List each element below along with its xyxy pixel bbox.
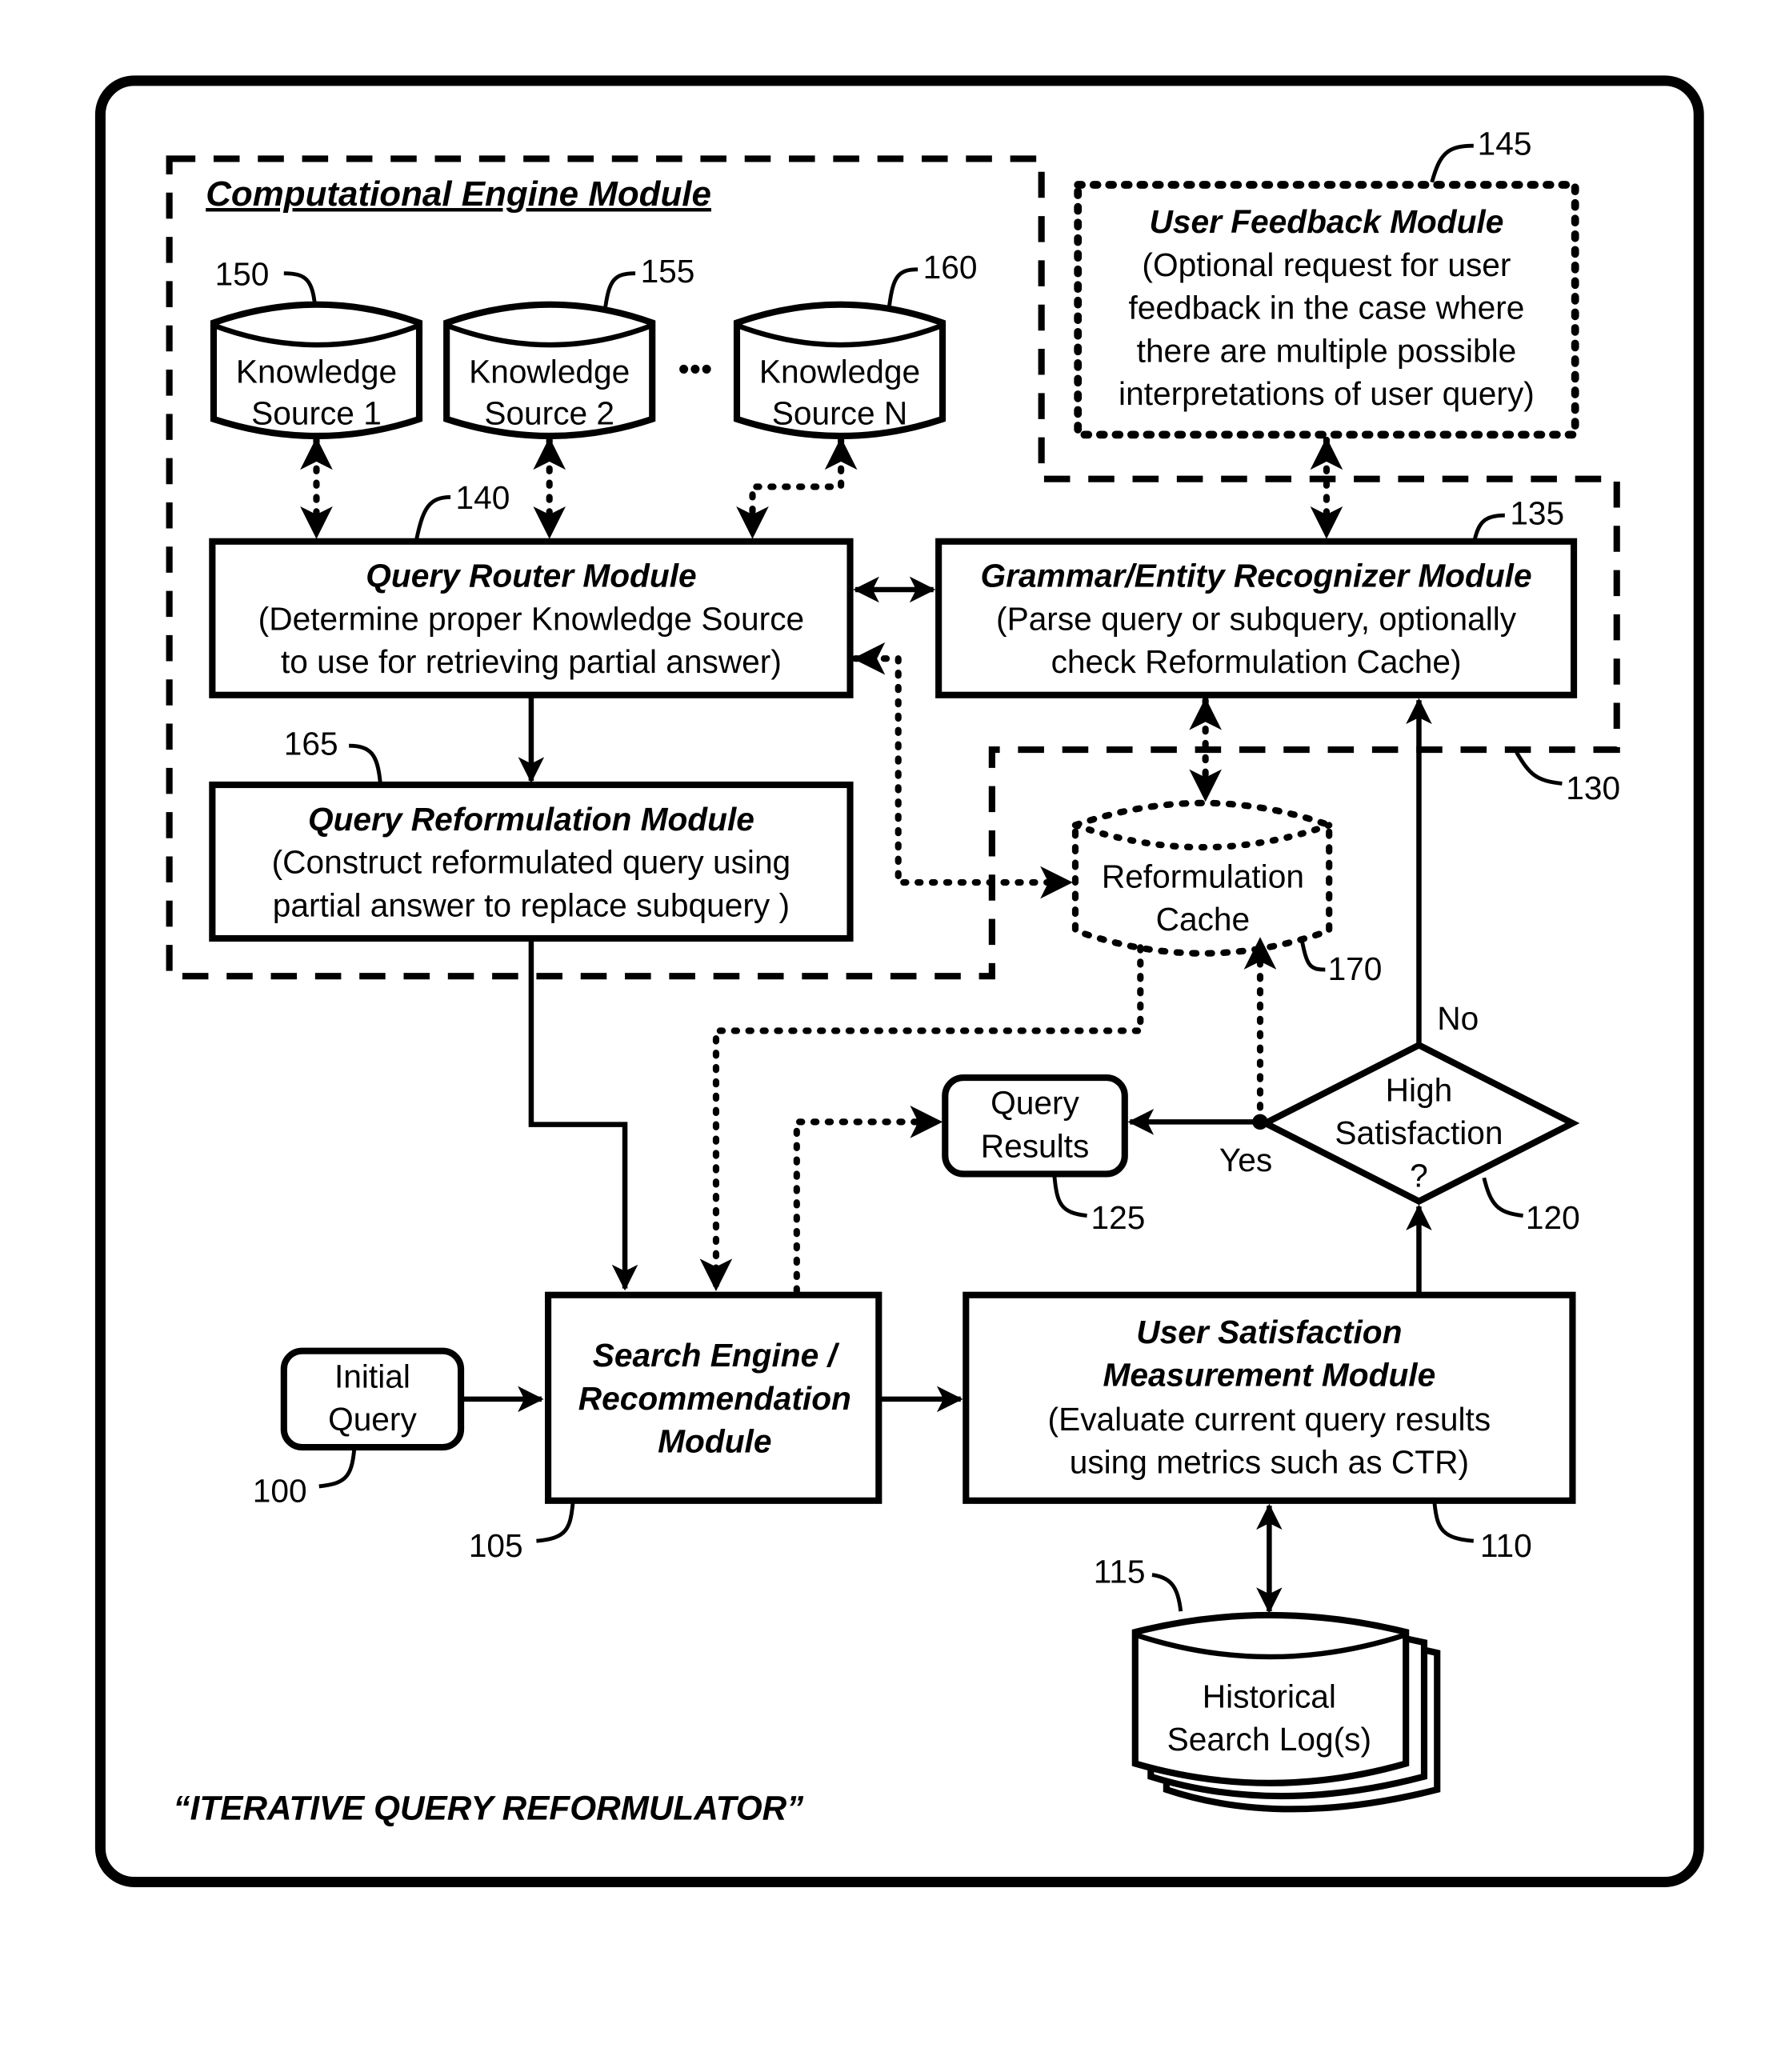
svg-text:Cache: Cache [1156, 901, 1251, 938]
leader-165 [349, 743, 382, 782]
leader-160 [886, 267, 919, 308]
ref-140: 140 [456, 479, 510, 516]
ref-135: 135 [1510, 495, 1564, 532]
diagram-caption: “ITERATIVE QUERY REFORMULATOR” [174, 1789, 805, 1827]
user-feedback-line-2: feedback in the case where [1128, 290, 1524, 326]
user-satisfaction-line-2: using metrics such as CTR) [1070, 1444, 1469, 1481]
reformulation-cache: Reformulation Cache [1071, 799, 1333, 957]
user-feedback-line-3: there are multiple possible [1137, 332, 1517, 369]
user-satisfaction-title-1: User Satisfaction [1136, 1314, 1402, 1350]
svg-text:Knowledge: Knowledge [236, 353, 397, 390]
search-engine-line-2: Recommendation [578, 1380, 851, 1417]
query-router-title: Query Router Module [366, 558, 696, 594]
user-feedback-title: User Feedback Module [1150, 203, 1504, 240]
computational-engine-title: Computational Engine Module [206, 174, 711, 214]
query-router-line-1: (Determine proper Knowledge Source [258, 600, 804, 637]
iterative-query-reformulator-diagram: Computational Engine Module 130 Knowledg… [94, 75, 1704, 1887]
query-router-line-2: to use for retrieving partial answer) [281, 643, 782, 680]
ref-170: 170 [1328, 950, 1383, 987]
decision-line-2: Satisfaction [1335, 1114, 1503, 1151]
initial-query-line-1: Initial [334, 1358, 410, 1394]
ref-155: 155 [641, 253, 695, 290]
ref-145: 145 [1478, 126, 1532, 162]
svg-text:Knowledge: Knowledge [469, 353, 630, 390]
user-feedback-line-4: interpretations of user query) [1119, 375, 1535, 412]
ref-130: 130 [1566, 770, 1620, 806]
knowledge-source-1: Knowledge Source 1 [210, 301, 423, 440]
leader-110 [1432, 1502, 1474, 1543]
query-results-line-2: Results [981, 1127, 1090, 1164]
ref-160: 160 [923, 249, 978, 286]
svg-text:Reformulation: Reformulation [1102, 858, 1304, 895]
historical-search-logs: Historical Search Log(s) [1131, 1611, 1441, 1813]
decision-line-1: High [1386, 1071, 1453, 1108]
grammar-recognizer-title: Grammar/Entity Recognizer Module [981, 558, 1532, 594]
decision-line-3: ? [1410, 1158, 1428, 1194]
ref-115: 115 [1094, 1553, 1146, 1590]
knowledge-source-2: Knowledge Source 2 [443, 301, 656, 440]
query-reformulation-line-2: partial answer to replace subquery ) [273, 886, 790, 923]
svg-text:Knowledge: Knowledge [759, 353, 920, 390]
search-engine-line-3: Module [658, 1423, 771, 1460]
ref-125: 125 [1091, 1199, 1145, 1236]
arrow-reformulation-search [528, 941, 638, 1291]
svg-text:Source 1: Source 1 [251, 394, 382, 431]
ref-110: 110 [1480, 1527, 1532, 1564]
leader-120 [1482, 1177, 1523, 1218]
user-satisfaction-title-2: Measurement Module [1103, 1357, 1436, 1394]
leader-125 [1052, 1176, 1087, 1218]
query-reformulation-line-1: (Construct reformulated query using [272, 844, 791, 881]
arrow-ksn-router [736, 436, 858, 540]
knowledge-source-n: Knowledge Source N [733, 301, 947, 440]
initial-query-line-2: Query [328, 1401, 417, 1438]
ellipsis: ••• [678, 350, 713, 387]
query-results-line-1: Query [991, 1085, 1079, 1122]
leader-115 [1151, 1573, 1183, 1612]
leader-100 [318, 1450, 357, 1489]
arrow-search-results [793, 1106, 943, 1294]
user-satisfaction-line-1: (Evaluate current query results [1048, 1401, 1491, 1438]
svg-text:Source 2: Source 2 [484, 394, 614, 431]
leader-170 [1299, 939, 1326, 972]
leader-105 [536, 1502, 575, 1543]
ref-105: 105 [469, 1527, 523, 1564]
svg-text:Source N: Source N [772, 394, 907, 431]
svg-text:Search Log(s): Search Log(s) [1167, 1721, 1371, 1758]
ref-120: 120 [1526, 1199, 1580, 1236]
leader-145 [1430, 143, 1474, 183]
ref-165: 165 [284, 726, 338, 762]
svg-text:Historical: Historical [1203, 1678, 1336, 1714]
leader-135 [1473, 513, 1505, 540]
user-feedback-line-1: (Optional request for user [1142, 246, 1511, 283]
leader-130 [1515, 751, 1563, 786]
ref-150: 150 [215, 255, 270, 292]
search-engine-line-1: Search Engine / [593, 1337, 840, 1374]
decision-yes-label: Yes [1219, 1142, 1272, 1178]
leader-140 [414, 495, 451, 540]
query-reformulation-title: Query Reformulation Module [308, 801, 754, 838]
ref-100: 100 [253, 1472, 307, 1509]
leader-155 [603, 271, 636, 308]
grammar-recognizer-line-2: check Reformulation Cache) [1051, 643, 1462, 680]
grammar-recognizer-line-1: (Parse query or subquery, optionally [996, 600, 1517, 637]
decision-no-label: No [1437, 1000, 1479, 1037]
